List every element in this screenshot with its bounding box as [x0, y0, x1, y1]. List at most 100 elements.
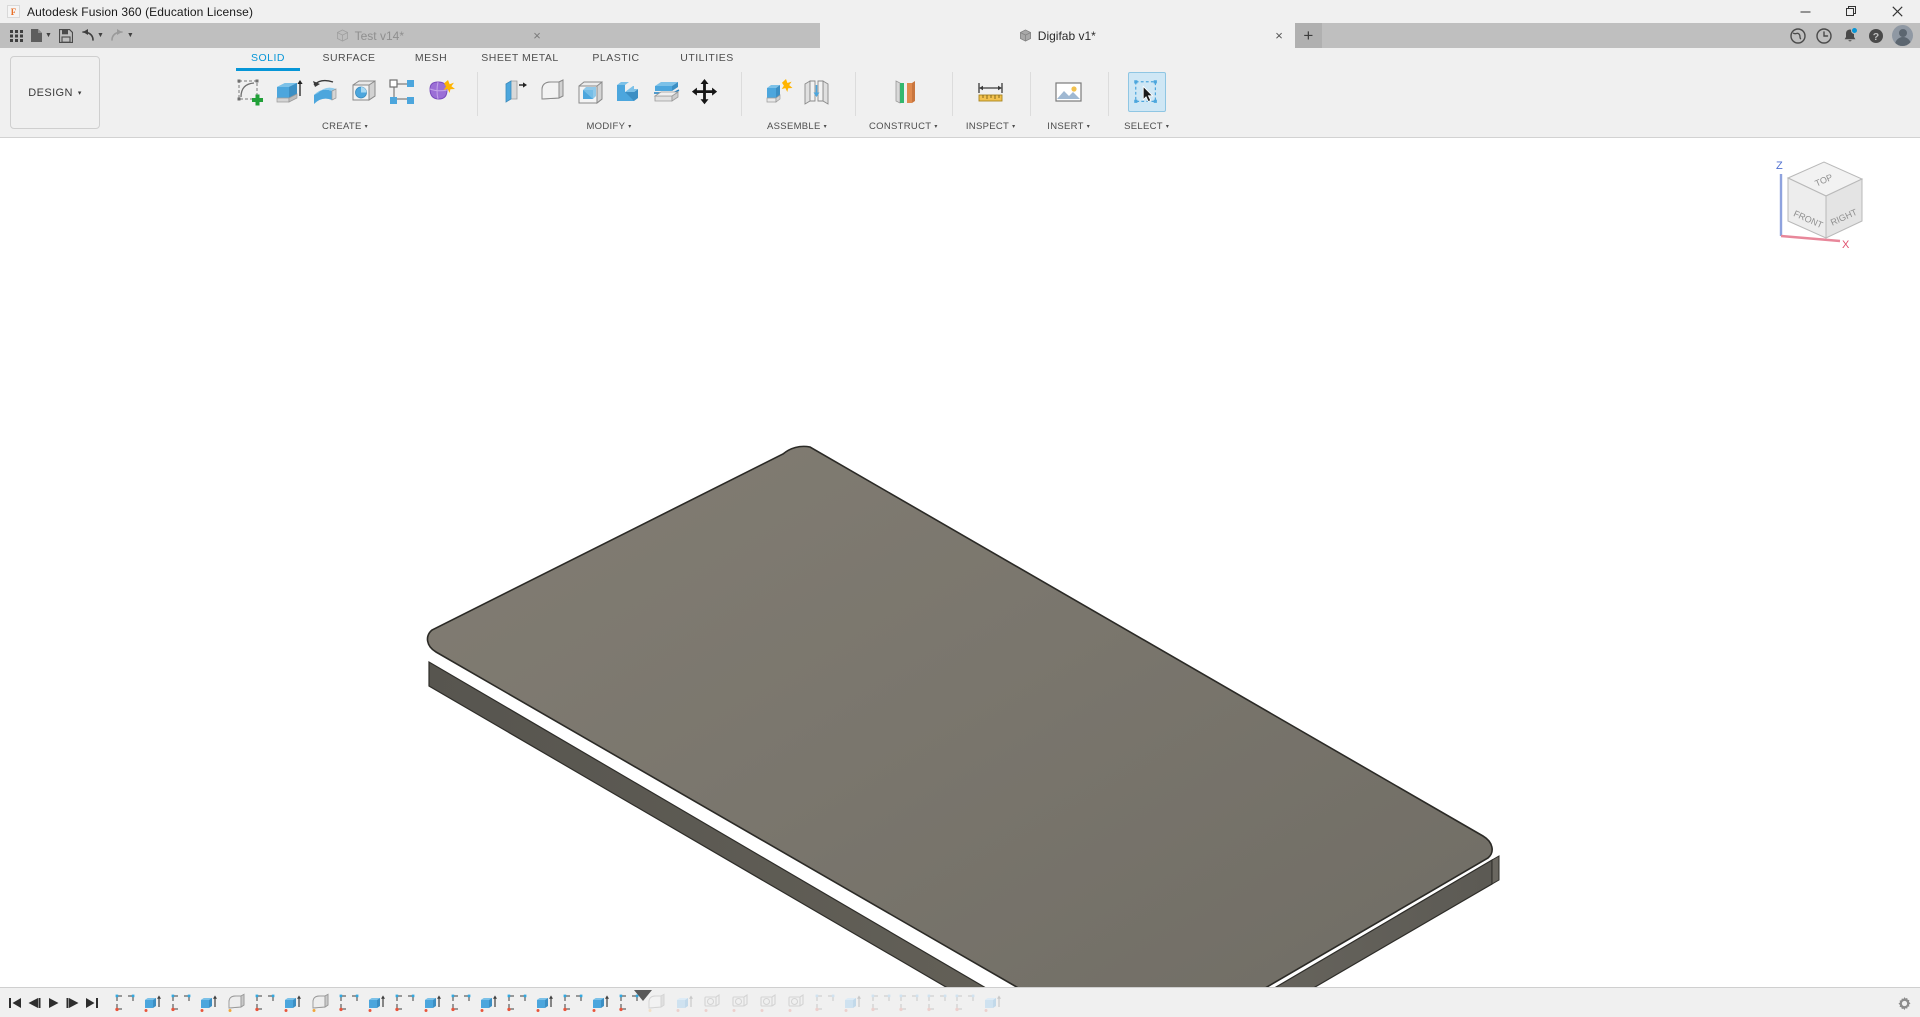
- combine-icon[interactable]: [609, 72, 647, 112]
- timeline-feature-hole-24[interactable]: [783, 990, 811, 1016]
- select-icon[interactable]: [1127, 72, 1166, 112]
- timeline-feature-extrude-9[interactable]: [363, 990, 391, 1016]
- timeline-feature-sketch-0[interactable]: [111, 990, 139, 1016]
- timeline-feature-fillet-7[interactable]: [307, 990, 335, 1016]
- model-canvas[interactable]: [0, 138, 1920, 987]
- ribbon-tab-sheet-metal-label: SHEET METAL: [481, 52, 559, 64]
- document-tab-test[interactable]: Test v14* ×: [184, 23, 555, 48]
- timeline-feature-sketch-16[interactable]: [559, 990, 587, 1016]
- timeline-feature-extrude-15[interactable]: [531, 990, 559, 1016]
- document-tab-test-close-icon[interactable]: ×: [533, 29, 541, 42]
- step-forward-button[interactable]: [63, 990, 82, 1016]
- timeline-feature-extrude-13[interactable]: [475, 990, 503, 1016]
- step-back-button[interactable]: [25, 990, 44, 1016]
- timeline-feature-fillet-4[interactable]: [223, 990, 251, 1016]
- redo-button[interactable]: ▼: [107, 23, 137, 48]
- document-tab-digifab[interactable]: Digifab v1* ×: [819, 23, 1295, 48]
- job-status-clock-icon[interactable]: [1811, 23, 1837, 48]
- play-button[interactable]: [44, 990, 63, 1016]
- timeline-feature-extrude-3[interactable]: [195, 990, 223, 1016]
- timeline-feature-hole-22[interactable]: [727, 990, 755, 1016]
- timeline-feature-hole-23[interactable]: [755, 990, 783, 1016]
- ribbon-group-insert-label[interactable]: INSERT ▾: [1047, 121, 1090, 136]
- timeline-feature-sketch-5[interactable]: [251, 990, 279, 1016]
- timeline-feature-extrude-31[interactable]: [979, 990, 1007, 1016]
- timeline-feature-sketch-27[interactable]: [867, 990, 895, 1016]
- notifications-bell-icon[interactable]: [1837, 23, 1863, 48]
- ribbon-tab-surface[interactable]: SURFACE: [306, 48, 392, 68]
- timeline-feature-sketch-2[interactable]: [167, 990, 195, 1016]
- press-pull-icon[interactable]: [495, 72, 533, 112]
- user-avatar[interactable]: [1892, 25, 1913, 46]
- move-copy-icon[interactable]: [685, 72, 723, 112]
- timeline-settings-button[interactable]: [1897, 988, 1912, 1017]
- timeline-feature-hole-21[interactable]: [699, 990, 727, 1016]
- timeline-feature-sketch-14[interactable]: [503, 990, 531, 1016]
- file-menu-button[interactable]: ▼: [27, 23, 55, 48]
- workspace-switcher[interactable]: DESIGN ▾: [10, 56, 100, 129]
- ribbon-tab-sheet-metal[interactable]: SHEET METAL: [470, 48, 570, 68]
- ribbon-group-modify-label[interactable]: MODIFY ▾: [586, 121, 631, 136]
- save-button[interactable]: [55, 23, 77, 48]
- rectangular-pattern-icon[interactable]: [383, 72, 421, 112]
- timeline-feature-sketch-10[interactable]: [391, 990, 419, 1016]
- ribbon-content: SOLID SURFACE MESH SHEET METAL PLASTIC U…: [100, 48, 1920, 137]
- ribbon: DESIGN ▾ SOLID SURFACE MESH SHEET METAL …: [0, 48, 1920, 138]
- timeline-feature-extrude-6[interactable]: [279, 990, 307, 1016]
- timeline-feature-sketch-28[interactable]: [895, 990, 923, 1016]
- ribbon-group-create-label[interactable]: CREATE ▾: [322, 121, 368, 136]
- document-tab-digifab-label: Digifab v1*: [1037, 28, 1096, 43]
- hole-icon[interactable]: [345, 72, 383, 112]
- ribbon-group-construct-icons: [878, 68, 928, 112]
- offset-plane-icon[interactable]: [884, 72, 922, 112]
- extrude-icon[interactable]: [269, 72, 307, 112]
- ribbon-group-assemble-label[interactable]: ASSEMBLE ▾: [767, 121, 827, 136]
- timeline-feature-sketch-12[interactable]: [447, 990, 475, 1016]
- joint-icon[interactable]: [797, 72, 835, 112]
- timeline-feature-extrude-11[interactable]: [419, 990, 447, 1016]
- shell-icon[interactable]: [571, 72, 609, 112]
- show-data-panel-button[interactable]: [5, 23, 27, 48]
- help-question-icon[interactable]: ?: [1863, 23, 1889, 48]
- timeline-feature-extrude-20[interactable]: [671, 990, 699, 1016]
- split-face-icon[interactable]: [647, 72, 685, 112]
- close-window-button[interactable]: [1874, 0, 1920, 23]
- insert-canvas-icon[interactable]: [1050, 72, 1088, 112]
- undo-button[interactable]: ▼: [77, 23, 107, 48]
- create-sketch-icon[interactable]: [231, 72, 269, 112]
- go-to-beginning-button[interactable]: [6, 990, 25, 1016]
- file-icon: [31, 29, 42, 42]
- timeline-feature-sketch-25[interactable]: [811, 990, 839, 1016]
- view-cube[interactable]: Z X TOP FRONT RIGHT: [1766, 148, 1876, 253]
- timeline-feature-extrude-17[interactable]: [587, 990, 615, 1016]
- 3d-viewport[interactable]: Z X TOP FRONT RIGHT: [0, 138, 1920, 987]
- ribbon-tab-utilities[interactable]: UTILITIES: [662, 48, 752, 68]
- new-tab-button[interactable]: +: [1294, 23, 1322, 48]
- ribbon-tab-plastic[interactable]: PLASTIC: [570, 48, 662, 68]
- ribbon-tab-mesh[interactable]: MESH: [392, 48, 470, 68]
- minimize-button[interactable]: [1782, 0, 1828, 23]
- document-tab-digifab-close-icon[interactable]: ×: [1275, 29, 1283, 42]
- timeline-feature-sketch-30[interactable]: [951, 990, 979, 1016]
- revolve-icon[interactable]: [307, 72, 345, 112]
- new-component-icon[interactable]: [759, 72, 797, 112]
- timeline-feature-extrude-26[interactable]: [839, 990, 867, 1016]
- redo-icon: [111, 28, 123, 41]
- ribbon-group-inspect-label[interactable]: INSPECT ▾: [966, 121, 1016, 136]
- timeline-feature-track[interactable]: [101, 988, 1920, 1017]
- viewcube-cube[interactable]: TOP FRONT RIGHT: [1786, 161, 1864, 239]
- ribbon-tab-solid[interactable]: SOLID: [230, 48, 306, 71]
- form-icon[interactable]: [421, 72, 459, 112]
- plate-body[interactable]: [426, 445, 1500, 987]
- timeline-feature-sketch-29[interactable]: [923, 990, 951, 1016]
- data-panel-globe-icon[interactable]: [1785, 23, 1811, 48]
- timeline-feature-fillet-19[interactable]: [643, 990, 671, 1016]
- go-to-end-button[interactable]: [82, 990, 101, 1016]
- timeline-feature-sketch-8[interactable]: [335, 990, 363, 1016]
- ribbon-group-select-label[interactable]: SELECT ▾: [1124, 121, 1169, 136]
- ribbon-group-construct-label[interactable]: CONSTRUCT ▾: [869, 121, 938, 136]
- measure-icon[interactable]: [972, 72, 1010, 112]
- timeline-feature-extrude-1[interactable]: [139, 990, 167, 1016]
- maximize-restore-button[interactable]: [1828, 0, 1874, 23]
- fillet-icon[interactable]: [533, 72, 571, 112]
